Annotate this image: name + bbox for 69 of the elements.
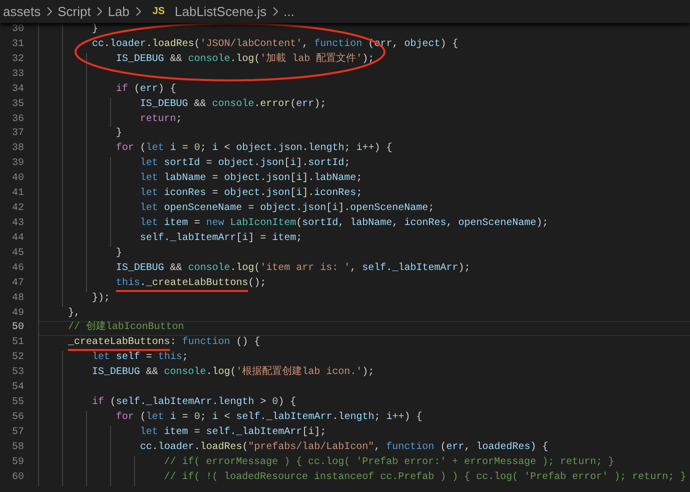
line-number: 40 — [10, 172, 24, 186]
line-number: 39 — [10, 157, 24, 172]
code-line: this._createLabButtons(); — [44, 278, 266, 289]
code-line: let self = this; — [91, 352, 188, 364]
code-line: let labName = object.json[i].labName; — [139, 173, 362, 184]
code-line: } — [91, 24, 98, 35]
line-number: 58 — [10, 440, 24, 455]
line-number: 55 — [10, 396, 24, 410]
line-number: 35 — [10, 98, 24, 112]
code-line: let iconRes = object.json[i].iconRes; — [139, 188, 362, 200]
code-line: cc.loader.loadRes("prefabs/lab/LabIcon", function (err, loadedRes) { — [139, 442, 548, 453]
chevron-icon — [272, 7, 278, 16]
line-number: 47 — [10, 276, 24, 291]
line-number: 45 — [10, 246, 24, 261]
line-number: 38 — [10, 142, 24, 156]
code-line: // if( errorMessage ) { cc.log( 'Prefab error:' + errorMessage ); return; } — [163, 456, 614, 468]
code-line: let sortId = object.json[i].sortId; — [139, 158, 350, 170]
line-number: 43 — [10, 216, 24, 231]
code-line: let openSceneName = object.json[i].openSceneName; — [139, 203, 434, 214]
breadcrumb-item[interactable]: ... — [284, 4, 294, 19]
breadcrumb-item[interactable]: Script — [58, 4, 91, 19]
line-number: 48 — [10, 292, 24, 306]
line-number: 34 — [10, 82, 24, 97]
code-line: IS_DEBUG && console.log('根据配置创建lab icon.'); — [91, 367, 374, 378]
code-line: if (err) { — [115, 84, 176, 95]
line-number: 42 — [10, 202, 24, 216]
line-number: 51 — [10, 336, 24, 350]
code-line: self._labItemArr[i] = item; — [139, 232, 302, 244]
chevron-icon — [136, 7, 141, 16]
line-number: 59 — [10, 456, 24, 470]
line-number: 32 — [10, 52, 24, 67]
chevron-icon — [96, 7, 102, 16]
code-line: for (let i = 0; i < self._labItemArr.length; i++) { — [115, 412, 422, 423]
code-line: IS_DEBUG && console.error(err); — [139, 98, 326, 110]
line-number: 54 — [10, 381, 24, 396]
code-line: let item = new LabIconItem(sortId, labName, iconRes, openSceneName); — [139, 218, 548, 229]
breadcrumb-item[interactable]: Lab — [108, 4, 130, 19]
line-number: 52 — [10, 351, 24, 366]
file-type-label: JS — [152, 6, 165, 17]
code-line: _createLabButtons: function () { — [44, 337, 260, 348]
code-line: } — [115, 128, 122, 140]
line-number: 53 — [10, 366, 24, 380]
code-line: return; — [139, 114, 182, 125]
code-line: }); — [91, 292, 110, 304]
code-line: // if( !( loadedResource instanceof cc.Prefab ) ) { cc.log( 'Prefab error' ); return; } — [163, 472, 686, 483]
line-number: 33 — [10, 68, 24, 82]
line-number: 49 — [10, 306, 24, 321]
breadcrumb-item[interactable]: LabListScene.js — [174, 4, 267, 19]
line-number: 56 — [10, 410, 24, 425]
line-number: 41 — [10, 187, 24, 202]
line-number: 30 — [10, 23, 24, 37]
code-line: }, — [67, 308, 80, 319]
code-line: if (self._labItemArr.length > 0) { — [91, 397, 296, 408]
code-line: } — [115, 248, 122, 259]
code-line: IS_DEBUG && console.log('加載 lab 配置文件'); — [115, 54, 374, 65]
breadcrumb-item[interactable]: assets — [3, 4, 41, 19]
line-number: 46 — [10, 262, 24, 276]
line-number: 50 — [10, 321, 24, 336]
chevron-icon — [46, 7, 52, 16]
line-number: 57 — [10, 426, 24, 440]
line-number: 60 — [10, 470, 24, 485]
line-number: 31 — [10, 38, 24, 52]
code-line: for (let i = 0; i < object.json.length; i++) { — [115, 143, 392, 154]
code-line: IS_DEBUG && console.log('item arr is: ', self._labItemArr); — [115, 262, 470, 274]
line-number: 37 — [10, 127, 24, 142]
code-line: // 创建labIconButton — [67, 322, 184, 334]
code-line: let item = self._labItemArr[i]; — [139, 426, 326, 438]
line-number: 36 — [10, 112, 24, 127]
line-number: 44 — [10, 232, 24, 246]
